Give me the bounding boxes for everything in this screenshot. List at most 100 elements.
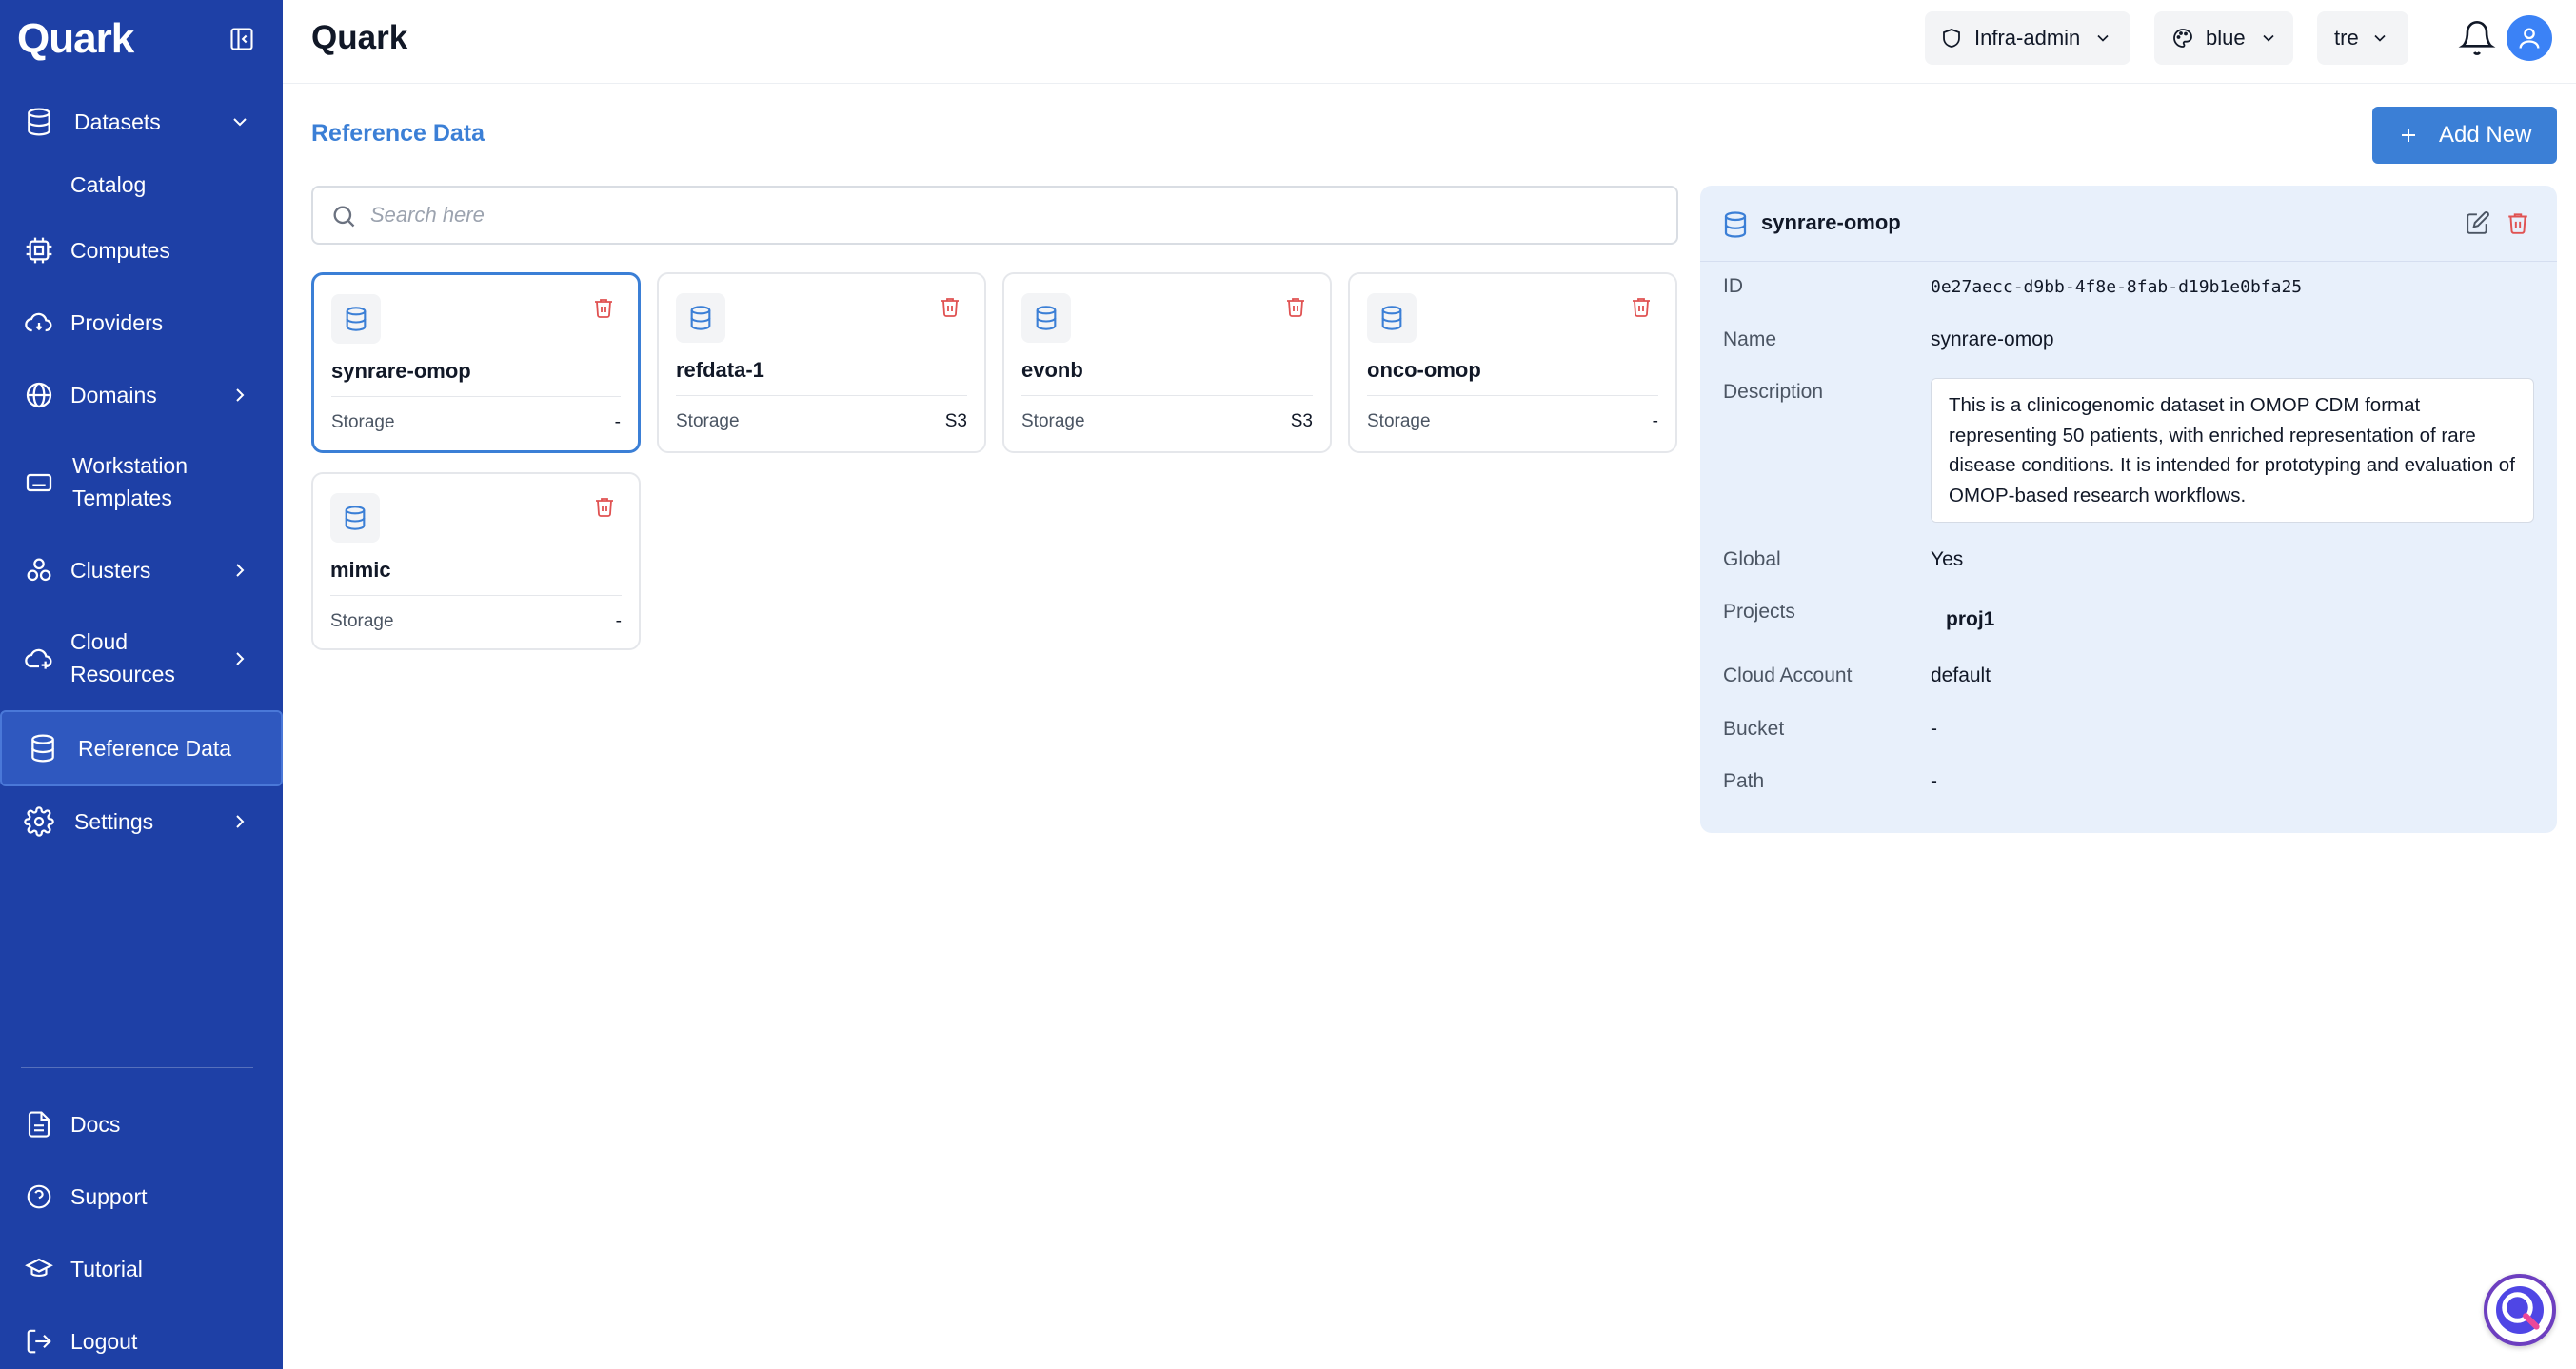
detail-description-label: Description <box>1723 381 1824 403</box>
card-divider <box>1021 395 1313 396</box>
reference-data-card[interactable]: onco-omop Storage - <box>1348 272 1677 453</box>
sidebar-collapse-icon[interactable] <box>228 26 255 52</box>
sidebar-item-label: Tutorial <box>70 1257 143 1281</box>
sidebar-item-support[interactable]: Support <box>0 1180 283 1214</box>
shield-icon <box>1943 29 1960 48</box>
assistant-button[interactable] <box>2484 1274 2556 1346</box>
detail-projects-label: Projects <box>1723 601 1795 623</box>
card-divider <box>676 395 967 396</box>
detail-global-label: Global <box>1723 548 1781 570</box>
keyboard-icon <box>23 466 55 499</box>
chevron-down-icon <box>228 110 251 133</box>
sidebar-item-label-line: Workstation <box>72 453 188 478</box>
chevron-right-icon <box>228 647 251 670</box>
database-icon <box>676 293 725 343</box>
card-storage-label: Storage <box>330 611 394 631</box>
detail-panel-header: synrare-omop <box>1700 186 2557 262</box>
delete-icon[interactable] <box>1284 295 1309 320</box>
cloud-sync-icon <box>23 307 55 339</box>
sidebar-item-cloud-resources[interactable]: Cloud Resources <box>0 625 283 692</box>
database-icon <box>331 294 381 344</box>
role-selector-label: Infra-admin <box>1974 26 2081 50</box>
sidebar-item-catalog[interactable]: Catalog <box>0 168 283 202</box>
sidebar-item-label: Datasets <box>74 109 161 134</box>
chevron-right-icon <box>228 384 251 407</box>
app-logo: Quark <box>17 15 134 62</box>
role-selector[interactable]: Infra-admin <box>1925 11 2130 65</box>
detail-path-label: Path <box>1723 770 1765 792</box>
sidebar-item-computes[interactable]: Computes <box>0 233 283 268</box>
detail-description-value: This is a clinicogenomic dataset in OMOP… <box>1931 378 2534 523</box>
sidebar-item-settings[interactable]: Settings <box>0 804 283 839</box>
card-name: onco-omop <box>1367 358 1481 382</box>
theme-selector[interactable]: blue <box>2154 11 2293 65</box>
sidebar-item-providers[interactable]: Providers <box>0 306 283 340</box>
card-storage-label: Storage <box>331 412 395 432</box>
delete-icon[interactable] <box>1630 295 1655 320</box>
assistant-logo-icon <box>2496 1286 2544 1334</box>
reference-data-card[interactable]: synrare-omop Storage - <box>311 272 641 453</box>
search-icon <box>333 206 355 228</box>
chevron-right-icon <box>228 810 251 833</box>
graduation-cap-icon <box>23 1253 55 1285</box>
sidebar-item-label-line: Templates <box>72 486 172 510</box>
sidebar-item-label: Cloud Resources <box>70 625 175 690</box>
edit-icon[interactable] <box>2466 210 2492 237</box>
card-name: evonb <box>1021 358 1083 382</box>
cpu-icon <box>23 234 55 267</box>
sidebar-item-docs[interactable]: Docs <box>0 1107 283 1141</box>
sidebar-item-tutorial[interactable]: Tutorial <box>0 1252 283 1286</box>
palette-icon <box>2173 29 2192 48</box>
database-icon <box>1021 293 1071 343</box>
database-icon <box>1367 293 1417 343</box>
project-tag: proj1 <box>1931 605 2011 635</box>
detail-bucket-label: Bucket <box>1723 718 1785 740</box>
sidebar-item-workstation-templates[interactable]: Workstation Templates <box>0 449 283 516</box>
delete-icon[interactable] <box>939 295 963 320</box>
user-avatar[interactable] <box>2507 15 2552 61</box>
search-input[interactable] <box>370 188 1665 243</box>
reference-data-card[interactable]: mimic Storage - <box>311 472 641 650</box>
detail-bucket-value: - <box>1931 718 1937 740</box>
delete-icon[interactable] <box>592 296 617 321</box>
detail-panel-title: synrare-omop <box>1761 210 1901 234</box>
detail-id-label: ID <box>1723 275 1743 297</box>
notification-bell-icon[interactable] <box>2458 19 2496 57</box>
help-circle-icon <box>23 1181 55 1213</box>
card-name: mimic <box>330 558 391 582</box>
card-storage-value: - <box>615 611 622 631</box>
card-divider <box>331 396 621 397</box>
card-divider <box>1367 395 1658 396</box>
sidebar-item-clusters[interactable]: Clusters <box>0 553 283 587</box>
globe-icon <box>23 379 55 411</box>
sidebar-item-label: Docs <box>70 1112 121 1137</box>
sidebar-item-logout[interactable]: Logout <box>0 1324 283 1359</box>
page-title: Reference Data <box>311 120 485 147</box>
chevron-down-icon <box>2263 34 2274 42</box>
delete-icon[interactable] <box>593 495 618 520</box>
sidebar-item-reference-data[interactable]: Reference Data <box>0 710 283 786</box>
theme-selector-label: blue <box>2206 26 2246 50</box>
detail-panel: synrare-omop ID 0e27aecc-d9bb-4f8e-8fab-… <box>1700 186 2557 833</box>
sidebar-item-domains[interactable]: Domains <box>0 378 283 412</box>
sidebar-item-label: Providers <box>70 310 164 335</box>
reference-data-card[interactable]: refdata-1 Storage S3 <box>657 272 986 453</box>
delete-icon[interactable] <box>2506 210 2532 237</box>
cloud-plus-icon <box>23 643 55 675</box>
sidebar: Quark Datasets Catalog Computes Provider… <box>0 0 283 1369</box>
workspace-selector[interactable]: tre <box>2317 11 2408 65</box>
sidebar-item-datasets[interactable]: Datasets <box>0 105 283 139</box>
reference-data-card[interactable]: evonb Storage S3 <box>1002 272 1332 453</box>
card-storage-value: - <box>1652 411 1658 431</box>
page-header-title: Quark <box>311 19 408 56</box>
logout-icon <box>23 1325 55 1358</box>
add-new-button[interactable]: Add New <box>2372 107 2557 164</box>
sidebar-item-label: Clusters <box>70 558 151 583</box>
sidebar-divider <box>21 1067 253 1068</box>
detail-path-value: - <box>1931 770 1937 792</box>
detail-cloud-account-value: default <box>1931 665 1991 686</box>
database-icon <box>330 493 380 543</box>
detail-name-label: Name <box>1723 328 1777 350</box>
sidebar-item-label: Reference Data <box>78 736 232 761</box>
sidebar-item-label-line: Cloud <box>70 629 129 654</box>
